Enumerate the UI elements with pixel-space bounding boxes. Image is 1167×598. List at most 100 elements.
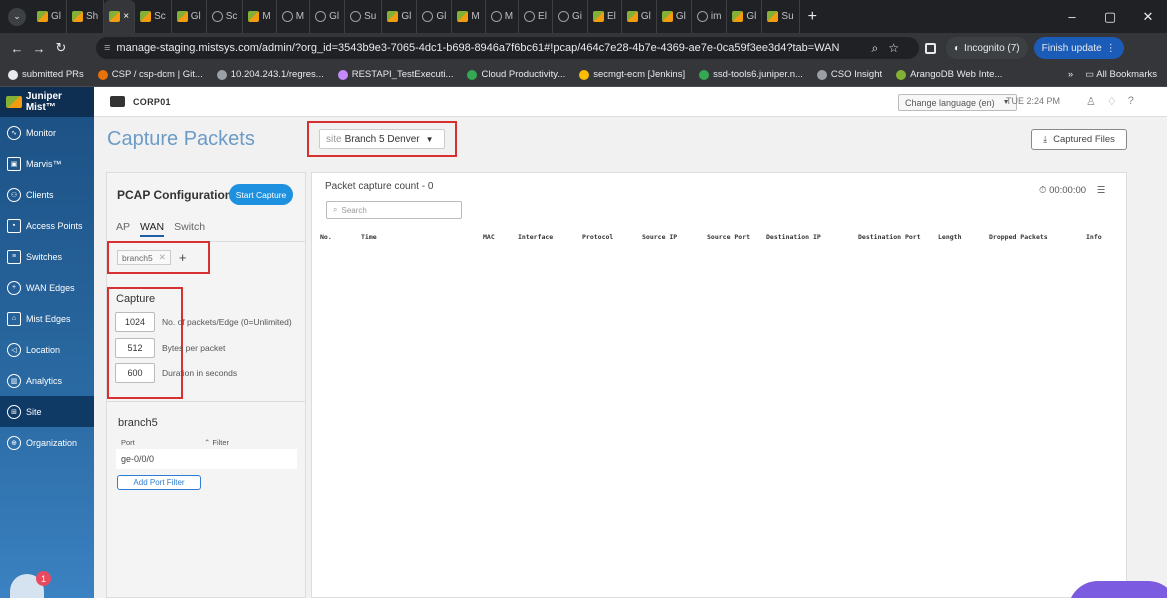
tab-switch[interactable]: Switch [174,221,205,237]
add-device-icon[interactable]: + [179,250,187,265]
column-header[interactable]: Destination IP [766,233,821,241]
browser-tab[interactable]: × [104,0,136,33]
tab-wan[interactable]: WAN [140,221,165,237]
start-capture-button[interactable]: Start Capture [229,184,293,205]
sidebar-item-label: Mist Edges [26,313,71,324]
sidebar-item-clients[interactable]: ⚇ Clients [0,179,94,210]
user-icon[interactable]: ♙ [1086,95,1096,108]
sidepanel-icon[interactable] [925,42,936,54]
zoom-and-star-icons[interactable]: ⌕☆ [872,41,909,56]
remove-chip-icon[interactable]: ✕ [159,252,166,263]
browser-tab[interactable]: M [277,0,311,33]
search-input[interactable]: ⌕ Search [326,201,462,219]
browser-tab[interactable]: Su [762,0,800,33]
browser-tab[interactable]: Gl [382,0,418,33]
column-header[interactable]: Info [1086,233,1102,241]
more-bookmarks-icon[interactable]: » [1068,69,1073,80]
browser-tab[interactable]: Gl [172,0,207,33]
bookmark-item[interactable]: submitted PRs [8,69,84,80]
language-select[interactable]: Change language (en) ▼ [898,94,1017,111]
org-name[interactable]: CORP01 [133,97,171,107]
sidebar-item-switches[interactable]: ≡ Switches [0,241,94,272]
reload-icon[interactable]: ↻ [50,40,72,56]
column-header[interactable]: MAC [483,233,495,241]
bookmark-item[interactable]: secmgt-ecm [Jenkins] [579,69,685,80]
browser-tab[interactable]: im [692,0,728,33]
browser-tab[interactable]: Gl [727,0,763,33]
help-icon[interactable]: ? [1128,95,1134,108]
browser-tab[interactable]: Gl [657,0,692,33]
column-settings-icon[interactable]: ☰ [1097,185,1106,196]
minimize-icon[interactable]: – [1053,9,1091,24]
browser-tab[interactable]: Gl [32,0,67,33]
sidebar-item-organization[interactable]: ⊕ Organization [0,427,94,458]
column-header[interactable]: Interface [518,233,553,241]
port-row[interactable]: ge-0/0/0 [116,449,297,469]
sidebar-item-mist-edges[interactable]: ⌂ Mist Edges [0,303,94,334]
browser-tab[interactable]: Sh [67,0,105,33]
site-favicon-icon [422,11,434,22]
browser-tab[interactable]: El [588,0,622,33]
lightbulb-icon[interactable]: ♢ [1107,95,1117,108]
browser-tab[interactable]: Gl [417,0,453,33]
column-header[interactable]: Source IP [642,233,677,241]
device-chip[interactable]: branch5 ✕ [117,250,171,265]
close-icon[interactable]: ✕ [1129,9,1167,25]
column-header[interactable]: Destination Port [858,233,921,241]
column-header[interactable]: Protocol [582,233,613,241]
back-icon[interactable]: ← [6,41,28,56]
incognito-badge[interactable]: ◐ Incognito (7) [946,37,1028,59]
bookmark-item[interactable]: Cloud Productivity... [467,69,565,80]
bookmark-item[interactable]: 10.204.243.1/regres... [216,69,324,80]
add-port-filter-button[interactable]: Add Port Filter [117,475,201,490]
maximize-icon[interactable]: ▢ [1091,9,1129,25]
browser-tab[interactable]: Sc [207,0,244,33]
browser-tab[interactable]: Su [345,0,383,33]
captured-files-button[interactable]: ⤓ Captured Files [1031,129,1127,150]
sidebar-item-access-points[interactable]: ▪ Access Points [0,210,94,241]
bytes-input[interactable]: 512 [115,338,155,358]
tab-ap[interactable]: AP [116,221,130,237]
browser-tab[interactable]: Gl [310,0,346,33]
address-bar[interactable]: ≡ manage-staging.mistsys.com/admin/?org_… [96,37,919,59]
sidebar-item-site[interactable]: ⊞ Site [0,396,94,427]
bookmark-item[interactable]: ssd-tools6.juniper.n... [699,69,803,80]
browser-tab[interactable]: M [452,0,486,33]
captured-files-label: Captured Files [1053,134,1115,145]
forward-icon[interactable]: → [28,41,50,56]
browser-tab-label: Sh [86,11,99,22]
column-header[interactable]: No. [320,233,332,241]
duration-input[interactable]: 600 [115,363,155,383]
bookmark-label: 10.204.243.1/regres... [230,69,324,80]
column-header[interactable]: Time [361,233,377,241]
bookmark-item[interactable]: CSO Insight [816,69,882,80]
browser-tab[interactable]: El [519,0,553,33]
sidebar-item-analytics[interactable]: ▥ Analytics [0,365,94,396]
sidebar-item-marvis[interactable]: ▣ Marvis™ [0,148,94,179]
sidebar-item-monitor[interactable]: ∿ Monitor [0,117,94,148]
column-header[interactable]: Dropped Packets [989,233,1048,241]
notification-badge[interactable]: 1 [36,571,51,586]
sidebar-item-wan-edges[interactable]: + WAN Edges [0,272,94,303]
language-label: Change language (en) [905,97,995,108]
bookmark-item[interactable]: RESTAPI_TestExecuti... [337,69,453,80]
browser-tab[interactable]: Sc [135,0,172,33]
column-header[interactable]: Length [938,233,961,241]
site-favicon-icon [315,11,327,22]
new-tab-icon[interactable]: + [808,8,817,26]
browser-tab[interactable]: Gi [553,0,588,33]
bookmark-item[interactable]: ArangoDB Web Inte... [896,69,1002,80]
brand-logo[interactable]: Juniper Mist™ [0,87,94,117]
column-header[interactable]: Source Port [707,233,750,241]
browser-tab[interactable]: M [243,0,277,33]
finish-update-button[interactable]: Finish update ⋮ [1033,37,1124,59]
site-info-icon[interactable]: ≡ [104,42,110,54]
all-bookmarks-button[interactable]: ▭ All Bookmarks [1085,69,1157,80]
browser-tab[interactable]: Gl [622,0,657,33]
browser-tab[interactable]: M [486,0,520,33]
bookmark-item[interactable]: CSP / csp-dcm | Git... [97,69,203,80]
sidebar-item-location[interactable]: ◁ Location [0,334,94,365]
packets-input[interactable]: 1024 [115,312,155,332]
site-select[interactable]: site Branch 5 Denver ▼ [319,129,445,149]
tab-search-icon[interactable]: ⌄ [8,7,26,26]
